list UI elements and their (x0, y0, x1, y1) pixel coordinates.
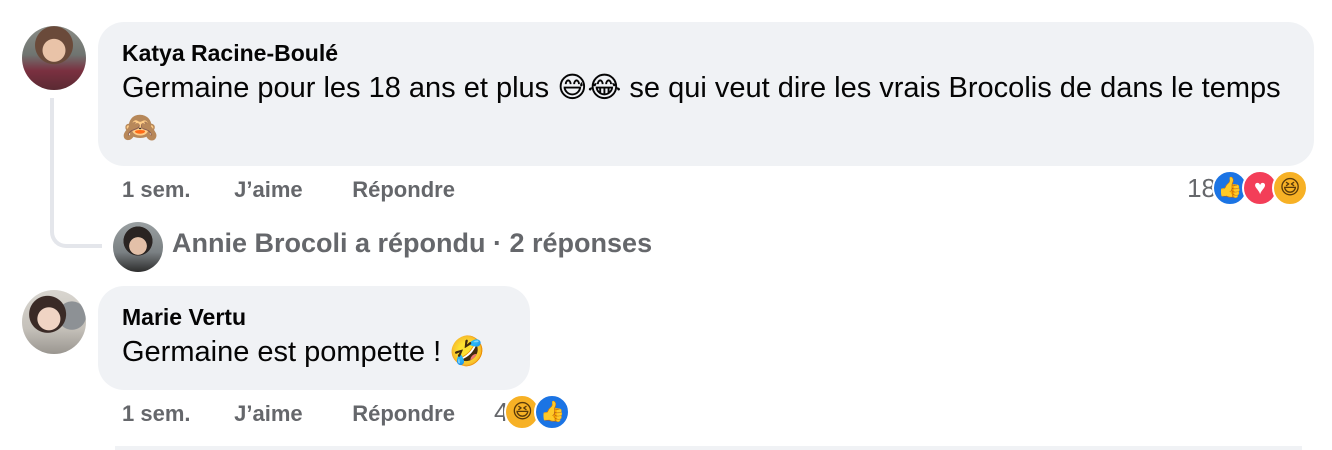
like-button[interactable]: J’aime (234, 177, 346, 203)
thread-connector (50, 98, 102, 248)
reply-button[interactable]: Répondre (352, 177, 455, 203)
comment-time-link[interactable]: 1 sem. (122, 177, 228, 203)
reaction-summary[interactable]: 4 😆 👍 (494, 394, 571, 430)
view-replies-link[interactable]: Annie Brocoli a répondu · 2 réponses (172, 228, 652, 259)
divider (115, 446, 1302, 450)
comment-bubble: Marie Vertu Germaine est pompette ! 🤣 (98, 286, 530, 390)
avatar[interactable] (22, 26, 86, 90)
comment-time-link[interactable]: 1 sem. (122, 401, 228, 427)
comment-actions: 1 sem. J’aime Répondre (122, 401, 455, 427)
avatar[interactable] (22, 290, 86, 354)
comment-actions: 1 sem. J’aime Répondre (122, 177, 455, 203)
comment-author[interactable]: Marie Vertu (122, 302, 506, 332)
comment-bubble: Katya Racine-Boulé Germaine pour les 18 … (98, 22, 1314, 166)
comment-text: Germaine est pompette ! 🤣 (122, 336, 486, 368)
reply-avatar[interactable] (113, 222, 163, 272)
reaction-summary[interactable]: 18 👍 ♥ 😆 (1187, 170, 1308, 206)
haha-icon: 😆 (1272, 170, 1308, 206)
like-button[interactable]: J’aime (234, 401, 346, 427)
comment-author[interactable]: Katya Racine-Boulé (122, 38, 1290, 68)
comment-text: Germaine pour les 18 ans et plus 😅😂 se q… (122, 72, 1281, 144)
reply-button[interactable]: Répondre (352, 401, 455, 427)
like-icon: 👍 (534, 394, 571, 430)
